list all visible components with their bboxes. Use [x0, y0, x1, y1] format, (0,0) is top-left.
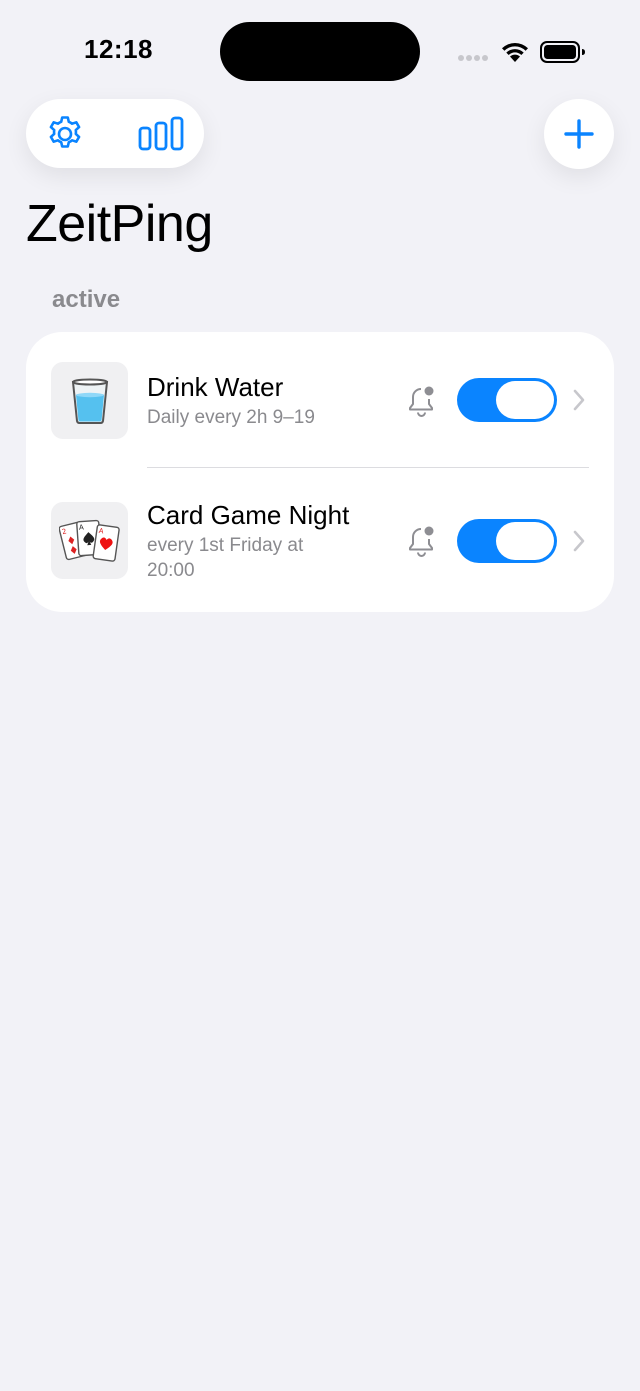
reminder-list: Drink Water Daily every 2h 9–19 2 A A Ca…: [26, 332, 614, 612]
battery-icon: [540, 41, 585, 63]
item-schedule: Daily every 2h 9–19: [147, 407, 315, 428]
glass-of-water-icon: [71, 378, 108, 424]
bell-badge-icon[interactable]: [406, 384, 440, 418]
stats-button[interactable]: [126, 99, 196, 168]
section-label: active: [52, 286, 121, 313]
add-button[interactable]: [544, 99, 614, 169]
chevron-right-icon[interactable]: [572, 529, 586, 553]
bell-badge-icon[interactable]: [406, 524, 440, 558]
wifi-icon: [502, 42, 528, 62]
page-title: ZeitPing: [26, 195, 213, 253]
list-item[interactable]: 2 A A Card Game Night every 1st Friday a…: [26, 472, 614, 612]
item-title: Drink Water: [147, 372, 284, 402]
playing-cards-icon: 2 A A: [58, 519, 120, 562]
status-bar: 12:18: [0, 0, 640, 100]
chevron-right-icon[interactable]: [572, 388, 586, 412]
svg-text:A: A: [78, 523, 84, 531]
row-divider: [147, 467, 589, 468]
cellular-signal-icon: [458, 55, 488, 61]
item-thumbnail: 2 A A: [51, 502, 128, 579]
list-item[interactable]: Drink Water Daily every 2h 9–19: [26, 332, 614, 472]
item-schedule: every 1st Friday at 20:00: [147, 535, 304, 581]
settings-button[interactable]: [30, 99, 100, 168]
toolbar-pill: [26, 99, 204, 168]
status-time: 12:18: [84, 34, 153, 64]
gear-icon: [49, 115, 81, 148]
toggle-knob: [496, 522, 554, 560]
item-thumbnail: [51, 362, 128, 439]
enable-toggle[interactable]: [457, 378, 557, 422]
item-title: Card Game Night: [147, 500, 350, 530]
plus-icon: [564, 119, 594, 149]
dynamic-island: [220, 22, 420, 81]
enable-toggle[interactable]: [457, 519, 557, 563]
toggle-knob: [496, 381, 554, 419]
bar-chart-icon: [138, 116, 184, 150]
